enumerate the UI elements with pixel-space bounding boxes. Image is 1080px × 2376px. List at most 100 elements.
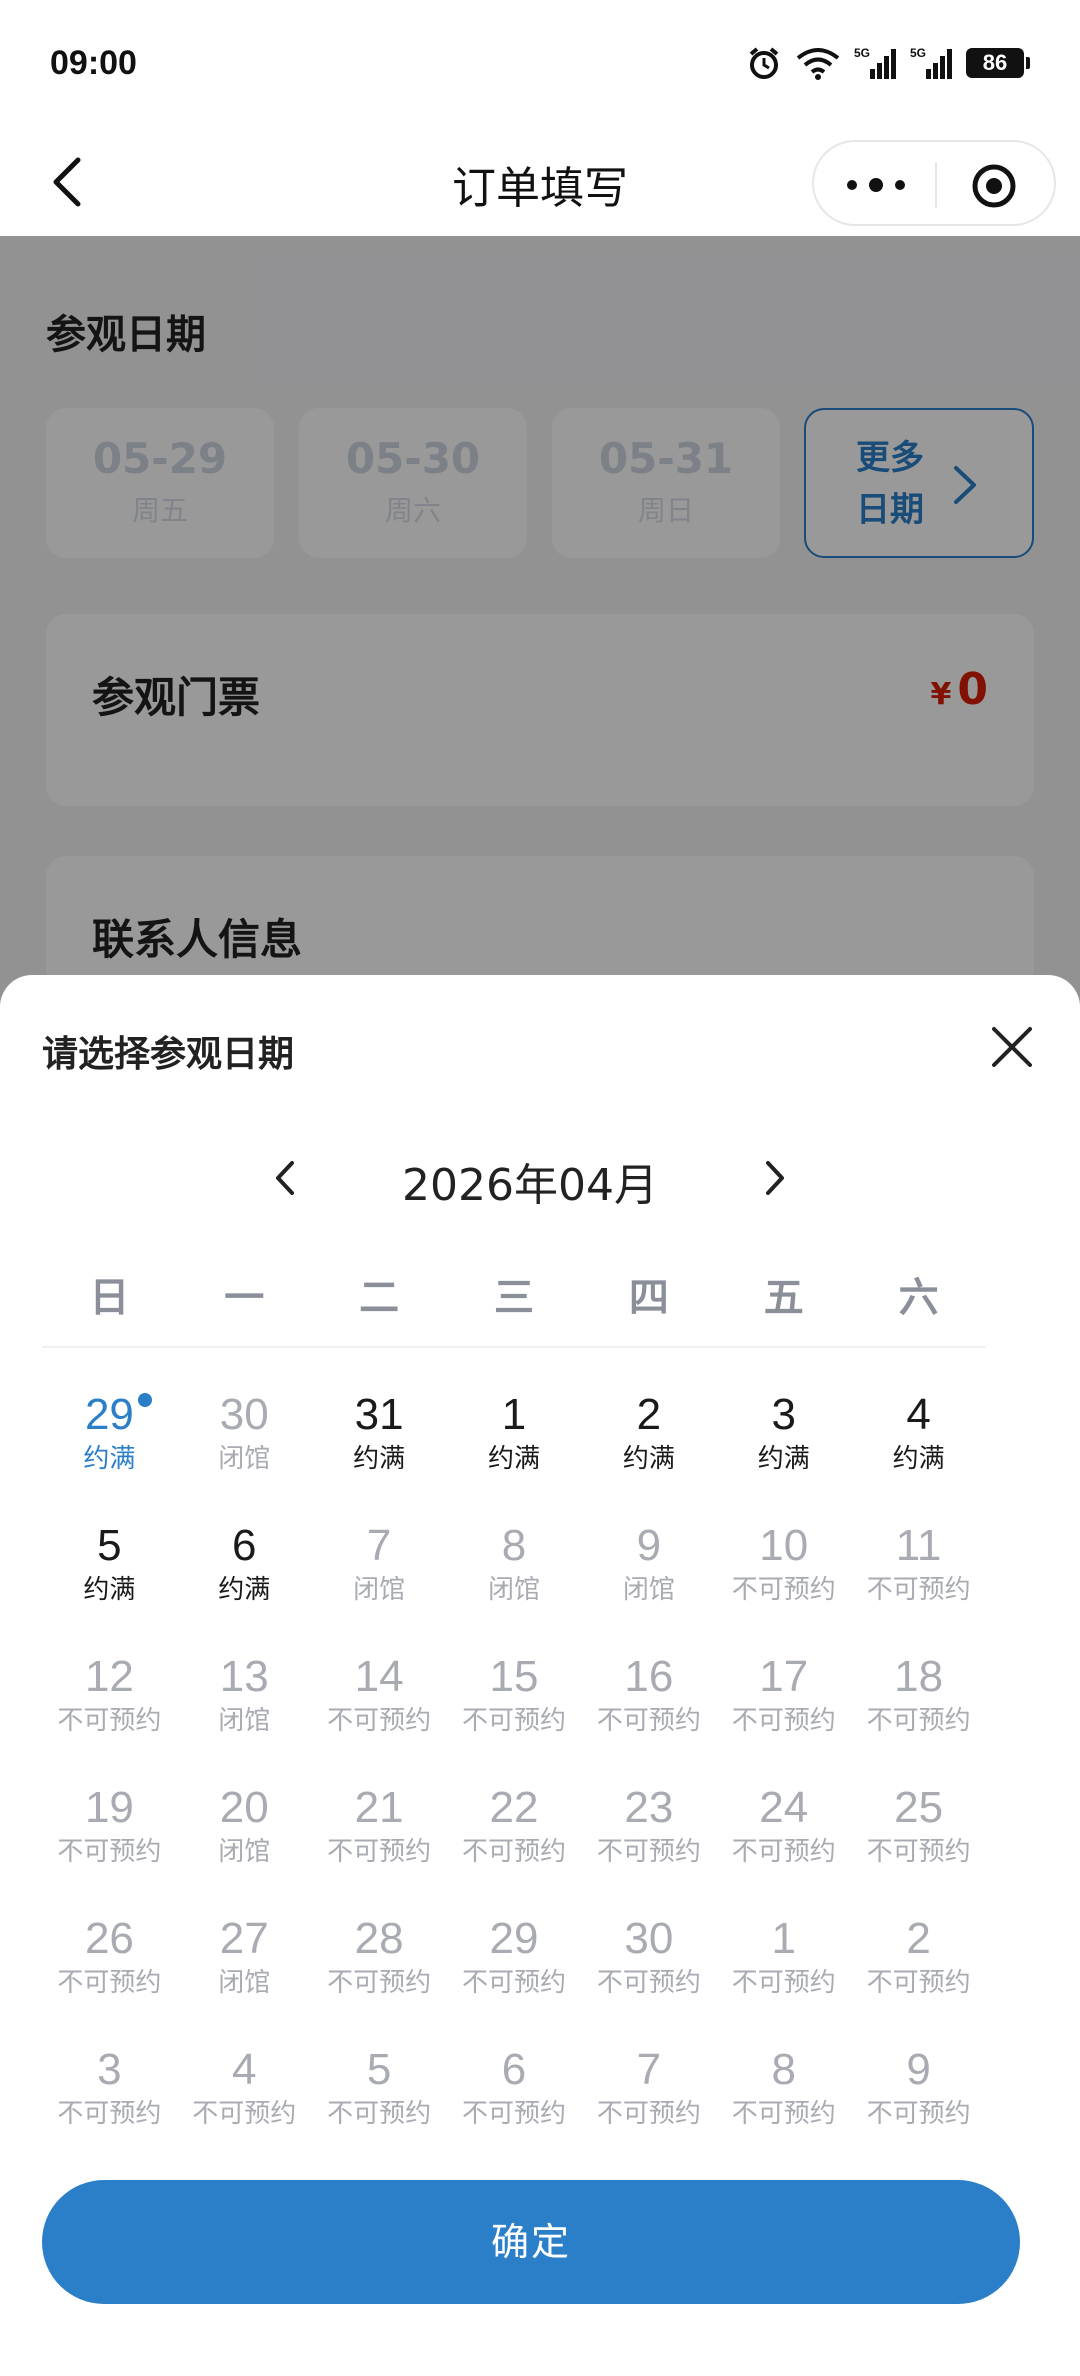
calendar-day[interactable]: 2 约满 — [581, 1389, 716, 1520]
calendar-day[interactable]: 31 约满 — [312, 1389, 447, 1520]
calendar-day: 13 闭馆 — [177, 1651, 312, 1782]
calendar-day: 7 不可预约 — [581, 2044, 716, 2175]
day-number: 6 — [501, 2045, 527, 2094]
status-bar: 09:00 5G 5G 86 — [0, 0, 1080, 128]
calendar-day[interactable]: 1 约满 — [447, 1389, 582, 1520]
day-number: 3 — [97, 2045, 122, 2094]
day-number: 17 — [759, 1652, 809, 1701]
calendar-day: 24 不可预约 — [716, 1782, 851, 1913]
day-number: 13 — [219, 1652, 269, 1701]
day-number: 4 — [232, 2045, 257, 2094]
calendar-day: 8 闭馆 — [447, 1520, 582, 1651]
5g-signal-icon: 5G — [910, 46, 952, 79]
month-label: 2026年04月 — [402, 1160, 658, 1211]
weekday-header: 日 一 二 三 四 五 六 — [42, 1265, 986, 1321]
weekday-label: 日 — [89, 1275, 130, 1321]
today-dot-icon — [138, 1393, 152, 1407]
day-number: 25 — [894, 1783, 944, 1832]
day-status: 不可预约 — [57, 2099, 162, 2129]
calendar-day: 22 不可预约 — [447, 1782, 582, 1913]
day-number: 26 — [84, 1914, 134, 1963]
day-number: 29 — [489, 1914, 539, 1963]
day-status: 不可预约 — [327, 1968, 432, 1998]
weekday-label: 一 — [224, 1275, 265, 1321]
next-month-icon[interactable] — [750, 1153, 798, 1203]
calendar-day[interactable]: 6 约满 — [177, 1520, 312, 1651]
day-status: 约满 — [83, 1575, 136, 1605]
calendar-day: 2 不可预约 — [851, 1913, 986, 2044]
target-icon[interactable] — [970, 162, 1018, 210]
calendar-day[interactable]: 4 约满 — [851, 1389, 986, 1520]
calendar-day: 3 不可预约 — [42, 2044, 177, 2175]
day-number: 23 — [624, 1783, 674, 1832]
day-number: 9 — [636, 1521, 662, 1570]
day-status: 闭馆 — [353, 1575, 406, 1605]
day-number: 28 — [354, 1914, 404, 1963]
day-status: 不可预约 — [596, 1968, 701, 1998]
day-number: 31 — [354, 1390, 404, 1439]
day-status: 约满 — [487, 1444, 540, 1474]
5g-signal-icon: 5G — [854, 46, 896, 79]
calendar-day[interactable]: 5 约满 — [42, 1520, 177, 1651]
date-picker-sheet: 请选择参观日期 2026年04月 日 一 二 三 四 五 六 29 约满 30 闭馆 3… — [0, 975, 1080, 2376]
day-status: 不可预约 — [327, 2099, 432, 2129]
calendar-day: 7 闭馆 — [312, 1520, 447, 1651]
weekday-label: 五 — [763, 1275, 804, 1321]
calendar-day: 9 闭馆 — [581, 1520, 716, 1651]
calendar-day: 30 闭馆 — [177, 1389, 312, 1520]
calendar-day: 26 不可预约 — [42, 1913, 177, 2044]
weekday-label: 四 — [628, 1275, 669, 1321]
day-status: 不可预约 — [866, 2099, 971, 2129]
status-icons: 5G 5G 86 — [746, 40, 1030, 86]
day-number: 22 — [489, 1783, 539, 1832]
prev-month-icon[interactable] — [262, 1153, 310, 1203]
day-number: 1 — [771, 1914, 796, 1963]
calendar-day: 6 不可预约 — [447, 2044, 582, 2175]
calendar-day: 9 不可预约 — [851, 2044, 986, 2175]
day-status: 闭馆 — [487, 1575, 540, 1605]
calendar-day: 8 不可预约 — [716, 2044, 851, 2175]
day-number: 27 — [219, 1914, 269, 1963]
day-number: 1 — [501, 1390, 527, 1439]
day-status: 不可预约 — [57, 1837, 162, 1867]
status-time: 09:00 — [50, 44, 137, 82]
day-number: 2 — [636, 1390, 662, 1439]
day-number: 11 — [895, 1521, 942, 1570]
mini-program-capsule — [812, 140, 1056, 226]
day-number: 19 — [84, 1783, 134, 1832]
day-status: 约满 — [353, 1444, 406, 1474]
calendar-day: 10 不可预约 — [716, 1520, 851, 1651]
calendar-day: 20 闭馆 — [177, 1782, 312, 1913]
day-number: 4 — [906, 1390, 931, 1439]
confirm-button[interactable]: 确定 — [42, 2180, 1020, 2304]
day-number: 8 — [501, 1521, 527, 1570]
day-status: 不可预约 — [57, 1968, 162, 1998]
day-status: 闭馆 — [218, 1837, 271, 1867]
day-status: 不可预约 — [461, 1706, 566, 1736]
calendar-day: 19 不可预约 — [42, 1782, 177, 1913]
day-status: 不可预约 — [461, 2099, 566, 2129]
day-status: 闭馆 — [218, 1968, 271, 1998]
day-number: 6 — [232, 1521, 257, 1570]
calendar-day: 23 不可预约 — [581, 1782, 716, 1913]
weekday-label: 三 — [494, 1275, 534, 1321]
more-dots-icon[interactable] — [844, 172, 908, 198]
calendar-day: 27 闭馆 — [177, 1913, 312, 2044]
calendar-day: 28 不可预约 — [312, 1913, 447, 2044]
day-number: 21 — [354, 1783, 404, 1832]
calendar-day: 21 不可预约 — [312, 1782, 447, 1913]
weekday-label: 二 — [359, 1275, 400, 1321]
calendar-day: 18 不可预约 — [851, 1651, 986, 1782]
day-status: 不可预约 — [731, 1968, 836, 1998]
calendar-day[interactable]: 29 约满 — [42, 1389, 177, 1520]
day-status: 不可预约 — [731, 1706, 836, 1736]
day-number: 12 — [84, 1652, 134, 1701]
calendar-day[interactable]: 3 约满 — [716, 1389, 851, 1520]
day-status: 约满 — [218, 1575, 271, 1605]
day-status: 不可预约 — [731, 1837, 836, 1867]
close-icon[interactable] — [984, 1019, 1040, 1075]
calendar-day: 12 不可预约 — [42, 1651, 177, 1782]
day-status: 不可预约 — [461, 1837, 566, 1867]
day-status: 闭馆 — [218, 1706, 271, 1736]
day-number: 5 — [97, 1521, 122, 1570]
